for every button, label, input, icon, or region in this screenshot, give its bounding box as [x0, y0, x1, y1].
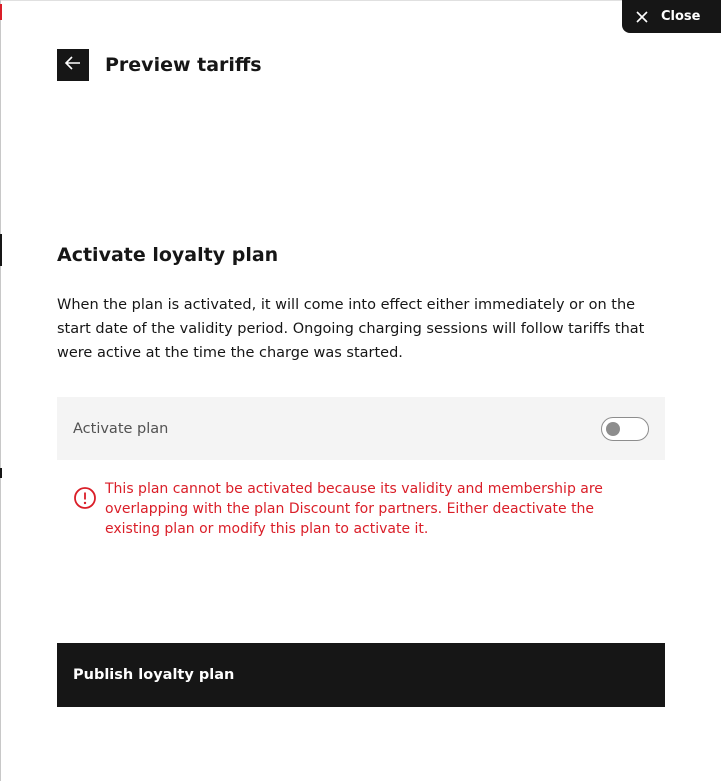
- background-mark: [0, 234, 2, 266]
- error-message: This plan cannot be activated because it…: [105, 481, 603, 537]
- warning-circle-icon: [73, 486, 97, 510]
- toggle-knob: [606, 421, 620, 436]
- publish-loyalty-plan-button[interactable]: Publish loyalty plan: [57, 643, 665, 707]
- activate-plan-row: Activate plan: [57, 397, 665, 460]
- section-title: Activate loyalty plan: [57, 244, 279, 266]
- header: Preview tariffs: [57, 49, 262, 81]
- publish-button-label: Publish loyalty plan: [73, 667, 235, 683]
- background-mark: [0, 468, 2, 478]
- background-red-mark: [0, 4, 2, 20]
- background-app-edge: [0, 0, 1, 781]
- back-button[interactable]: [57, 49, 89, 81]
- arrow-left-icon: [63, 53, 83, 77]
- top-divider: [0, 0, 721, 1]
- activate-plan-label: Activate plan: [73, 420, 169, 437]
- page-title: Preview tariffs: [105, 54, 262, 76]
- activate-plan-toggle[interactable]: [601, 416, 649, 441]
- close-icon: [634, 9, 650, 25]
- error-notification: This plan cannot be activated because it…: [73, 479, 633, 539]
- close-button-label: Close: [661, 9, 701, 24]
- close-button[interactable]: Close: [622, 0, 721, 33]
- preview-tariffs-panel: Close Preview tariffs Activate loyalty p…: [0, 0, 721, 781]
- section-description: When the plan is activated, it will come…: [57, 297, 645, 361]
